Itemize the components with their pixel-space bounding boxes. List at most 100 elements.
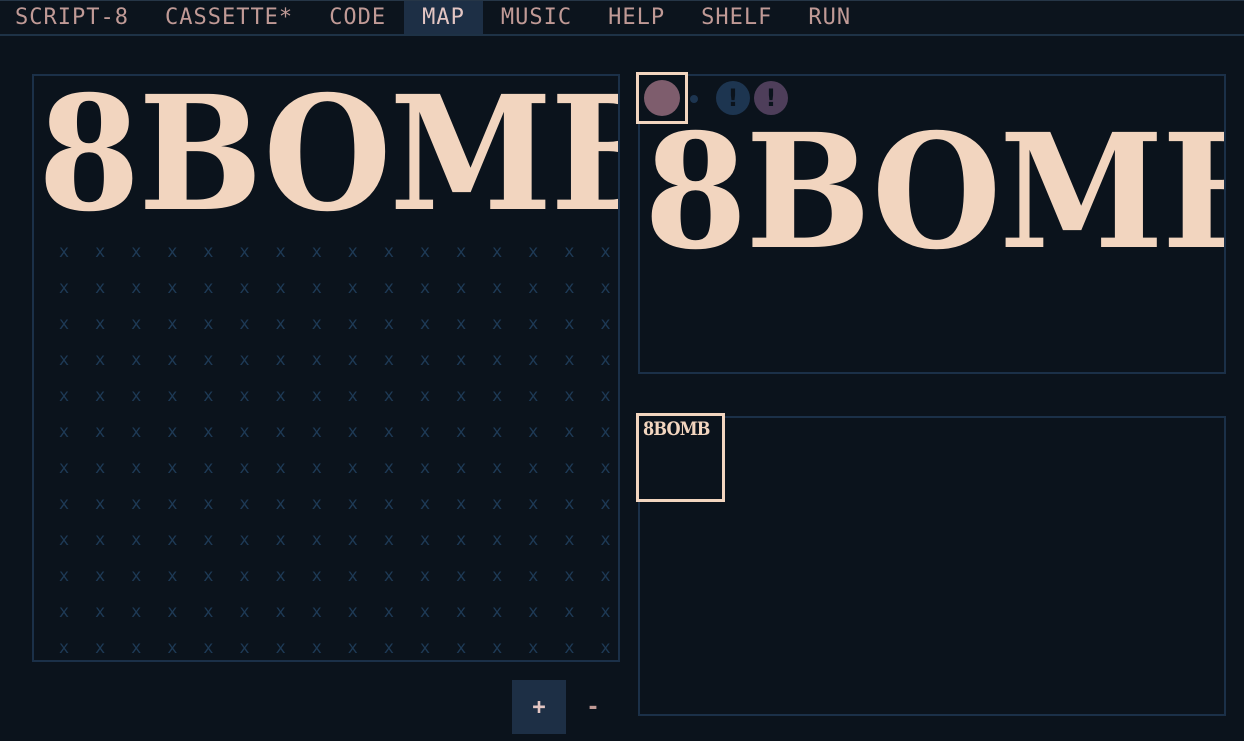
empty-map-cell[interactable]: x: [226, 450, 262, 486]
empty-map-cell[interactable]: x: [118, 270, 154, 306]
empty-map-cell[interactable]: x: [226, 378, 262, 414]
empty-map-cell[interactable]: x: [226, 522, 262, 558]
empty-map-cell[interactable]: x: [407, 414, 443, 450]
empty-map-cell[interactable]: x: [263, 306, 299, 342]
empty-map-cell[interactable]: x: [335, 414, 371, 450]
empty-map-cell[interactable]: x: [46, 594, 82, 630]
empty-map-cell[interactable]: x: [46, 522, 82, 558]
zoom-out-button[interactable]: -: [566, 680, 620, 734]
empty-map-cell[interactable]: x: [335, 630, 371, 660]
empty-map-cell[interactable]: x: [443, 450, 479, 486]
empty-map-cell[interactable]: x: [154, 594, 190, 630]
empty-map-cell[interactable]: x: [82, 630, 118, 660]
empty-map-cell[interactable]: x: [515, 486, 551, 522]
empty-map-cell[interactable]: x: [118, 486, 154, 522]
empty-map-cell[interactable]: x: [299, 342, 335, 378]
empty-map-cell[interactable]: x: [82, 378, 118, 414]
empty-map-cell[interactable]: x: [515, 306, 551, 342]
empty-map-cell[interactable]: x: [190, 450, 226, 486]
empty-map-cell[interactable]: x: [371, 486, 407, 522]
empty-map-cell[interactable]: x: [82, 450, 118, 486]
empty-map-cell[interactable]: x: [371, 342, 407, 378]
empty-map-cell[interactable]: x: [299, 486, 335, 522]
empty-map-cell[interactable]: x: [46, 486, 82, 522]
empty-cell-grid[interactable]: xxxxxxxxxxxxxxxxxxxxxxxxxxxxxxxxxxxxxxxx…: [46, 234, 618, 660]
empty-map-cell[interactable]: x: [479, 306, 515, 342]
empty-map-cell[interactable]: x: [82, 270, 118, 306]
empty-map-cell[interactable]: x: [226, 270, 262, 306]
empty-map-cell[interactable]: x: [587, 594, 618, 630]
empty-map-cell[interactable]: x: [299, 522, 335, 558]
empty-map-cell[interactable]: x: [551, 234, 587, 270]
empty-map-cell[interactable]: x: [335, 486, 371, 522]
empty-map-cell[interactable]: x: [587, 630, 618, 660]
empty-map-cell[interactable]: x: [82, 558, 118, 594]
empty-map-cell[interactable]: x: [407, 306, 443, 342]
empty-map-cell[interactable]: x: [551, 594, 587, 630]
empty-map-cell[interactable]: x: [443, 342, 479, 378]
empty-map-cell[interactable]: x: [118, 630, 154, 660]
empty-map-cell[interactable]: x: [154, 414, 190, 450]
empty-map-cell[interactable]: x: [154, 378, 190, 414]
empty-map-cell[interactable]: x: [407, 558, 443, 594]
empty-map-cell[interactable]: x: [551, 342, 587, 378]
empty-map-cell[interactable]: x: [154, 270, 190, 306]
empty-map-cell[interactable]: x: [226, 594, 262, 630]
empty-map-cell[interactable]: x: [551, 270, 587, 306]
empty-map-cell[interactable]: x: [154, 558, 190, 594]
empty-map-cell[interactable]: x: [335, 522, 371, 558]
empty-map-cell[interactable]: x: [371, 522, 407, 558]
empty-map-cell[interactable]: x: [46, 450, 82, 486]
empty-map-cell[interactable]: x: [479, 270, 515, 306]
zoom-in-button[interactable]: +: [512, 680, 566, 734]
empty-map-cell[interactable]: x: [226, 342, 262, 378]
empty-map-cell[interactable]: x: [551, 486, 587, 522]
empty-map-cell[interactable]: x: [46, 378, 82, 414]
empty-map-cell[interactable]: x: [515, 270, 551, 306]
empty-map-cell[interactable]: x: [551, 378, 587, 414]
empty-map-cell[interactable]: x: [371, 630, 407, 660]
empty-map-cell[interactable]: x: [46, 306, 82, 342]
empty-map-cell[interactable]: x: [299, 594, 335, 630]
empty-map-cell[interactable]: x: [515, 450, 551, 486]
empty-map-cell[interactable]: x: [118, 558, 154, 594]
empty-map-cell[interactable]: x: [299, 270, 335, 306]
empty-map-cell[interactable]: x: [82, 594, 118, 630]
empty-map-cell[interactable]: x: [118, 594, 154, 630]
exclamation-sprite-icon[interactable]: !: [754, 81, 788, 115]
empty-map-cell[interactable]: x: [515, 558, 551, 594]
nav-tab-help[interactable]: HELP: [590, 1, 683, 34]
empty-map-cell[interactable]: x: [154, 486, 190, 522]
empty-map-cell[interactable]: x: [587, 414, 618, 450]
empty-map-cell[interactable]: x: [335, 558, 371, 594]
nav-tab-map[interactable]: MAP: [404, 1, 483, 34]
empty-map-cell[interactable]: x: [587, 306, 618, 342]
empty-map-cell[interactable]: x: [479, 378, 515, 414]
empty-map-cell[interactable]: x: [118, 306, 154, 342]
empty-map-cell[interactable]: x: [263, 414, 299, 450]
empty-map-cell[interactable]: x: [263, 378, 299, 414]
empty-map-cell[interactable]: x: [263, 486, 299, 522]
empty-map-cell[interactable]: x: [190, 270, 226, 306]
empty-map-cell[interactable]: x: [263, 522, 299, 558]
empty-map-cell[interactable]: x: [515, 414, 551, 450]
empty-map-cell[interactable]: x: [551, 306, 587, 342]
empty-map-cell[interactable]: x: [407, 342, 443, 378]
empty-map-cell[interactable]: x: [443, 522, 479, 558]
nav-tab-run[interactable]: RUN: [790, 1, 869, 34]
empty-map-cell[interactable]: x: [587, 270, 618, 306]
empty-map-cell[interactable]: x: [407, 594, 443, 630]
empty-map-cell[interactable]: x: [407, 486, 443, 522]
empty-map-cell[interactable]: x: [190, 630, 226, 660]
empty-map-cell[interactable]: x: [479, 594, 515, 630]
empty-map-cell[interactable]: x: [443, 378, 479, 414]
empty-map-cell[interactable]: x: [479, 342, 515, 378]
empty-map-cell[interactable]: x: [299, 234, 335, 270]
empty-map-cell[interactable]: x: [515, 378, 551, 414]
exclamation-sprite-icon[interactable]: !: [716, 81, 750, 115]
empty-map-cell[interactable]: x: [190, 306, 226, 342]
empty-map-cell[interactable]: x: [335, 594, 371, 630]
empty-map-cell[interactable]: x: [154, 234, 190, 270]
empty-map-cell[interactable]: x: [118, 450, 154, 486]
empty-map-cell[interactable]: x: [46, 414, 82, 450]
